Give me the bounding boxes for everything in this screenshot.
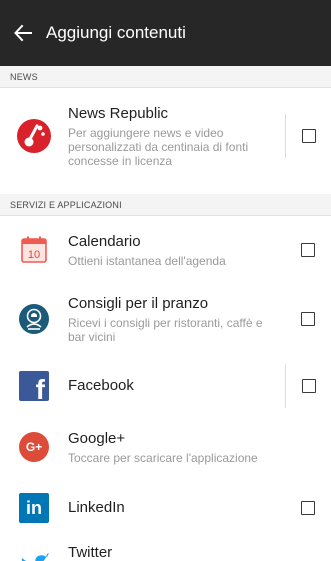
item-description: Ottieni istantanea dell'agenda — [68, 253, 226, 268]
facebook-glyph: f — [35, 374, 45, 402]
linkedin-glyph: in — [26, 497, 42, 518]
facebook-checkbox[interactable] — [301, 379, 316, 393]
item-description: Per aggiungere news e video personalizza… — [68, 125, 249, 168]
item-name: Consigli per il pranzo — [68, 294, 209, 312]
lunch-tips-icon — [0, 303, 68, 335]
arrow-left-icon — [14, 24, 32, 42]
item-name: News Republic — [68, 104, 169, 122]
lunch-tips-checkbox[interactable] — [301, 312, 315, 326]
item-name: Google+ — [68, 429, 126, 447]
list-item-calendar[interactable]: 10 Calendario Ottieni istantanea dell'ag… — [0, 218, 331, 282]
news-republic-checkbox-area[interactable] — [285, 114, 331, 158]
item-name: LinkedIn — [68, 499, 125, 516]
list-item-news-republic[interactable]: News Republic Per aggiungere news e vide… — [0, 88, 331, 184]
news-republic-icon — [0, 117, 68, 155]
google-plus-glyph: G+ — [25, 440, 43, 454]
list-item-linkedin[interactable]: in LinkedIn — [0, 482, 331, 534]
item-name: Twitter — [68, 544, 113, 561]
section-header-news: NEWS — [0, 66, 331, 88]
section-header-services: SERVIZI E APPLICAZIONI — [0, 194, 331, 216]
item-description: Toccare per scaricare l'applicazione — [68, 450, 258, 465]
linkedin-checkbox-area[interactable] — [285, 486, 331, 530]
calendar-checkbox[interactable] — [301, 243, 315, 257]
item-description: Ricevi i consigli per ristoranti, caffè … — [68, 315, 263, 344]
list-item-facebook[interactable]: f Facebook — [0, 360, 331, 412]
linkedin-checkbox[interactable] — [301, 501, 315, 515]
news-republic-checkbox[interactable] — [301, 129, 316, 143]
linkedin-icon: in — [0, 493, 68, 523]
facebook-icon: f — [0, 371, 68, 401]
google-plus-icon: G+ — [0, 432, 68, 462]
list-item-twitter[interactable]: Twitter — [0, 540, 331, 561]
calendar-day-number: 10 — [28, 249, 40, 261]
back-button[interactable] — [0, 0, 46, 66]
item-name: Facebook — [68, 377, 134, 394]
page-title: Aggiungi contenuti — [46, 23, 186, 42]
list-item-google-plus[interactable]: G+ Google+ Toccare per scaricare l'appli… — [0, 414, 331, 480]
app-bar: Aggiungi contenuti — [0, 0, 331, 66]
facebook-checkbox-area[interactable] — [285, 364, 331, 408]
twitter-icon — [0, 540, 68, 561]
calendar-checkbox-area[interactable] — [285, 228, 331, 272]
calendar-icon: 10 — [0, 235, 68, 265]
list-item-lunch-tips[interactable]: Consigli per il pranzo Ricevi i consigli… — [0, 282, 331, 356]
lunch-tips-checkbox-area[interactable] — [285, 297, 331, 341]
item-name: Calendario — [68, 232, 141, 250]
